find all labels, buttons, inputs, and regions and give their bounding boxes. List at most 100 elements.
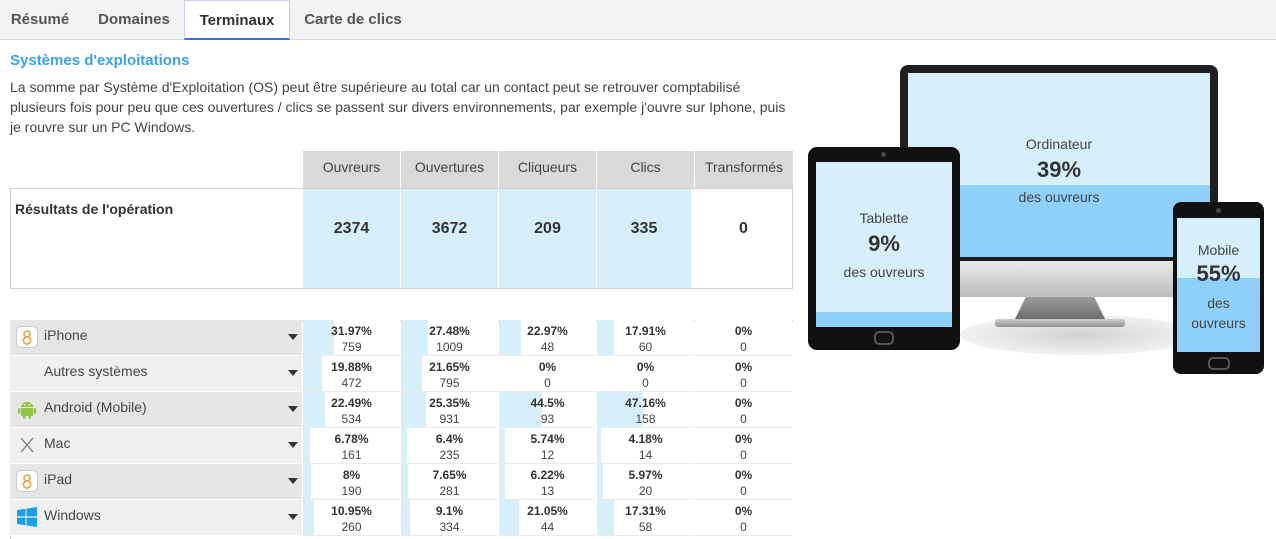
cell-percent: 19.88% [331, 360, 372, 374]
cell-count: 190 [341, 484, 362, 498]
android-icon [16, 398, 38, 420]
cell-count: 0 [740, 484, 747, 498]
column-header-transformes: Transformés [695, 151, 793, 188]
cell-percent: 22.49% [331, 396, 372, 410]
mobile-screen: Mobile 55% des ouvreurs [1177, 218, 1260, 352]
cell-count: 0 [740, 448, 747, 462]
results-label: Résultats de l'opération [15, 201, 174, 217]
column-header-ouvreurs: Ouvreurs [303, 151, 400, 188]
os-name-cell[interactable]: Mac [10, 428, 302, 464]
os-stat-cell: 5.74% 12 [499, 428, 596, 464]
tablet-camera [881, 152, 886, 157]
cell-count: 0 [740, 340, 747, 354]
os-stat-cell: 25.35% 931 [401, 392, 498, 428]
tablet-fill [816, 312, 952, 327]
result-transformes: 0 [695, 189, 792, 288]
cell-count: 44 [540, 520, 555, 534]
os-stat-cell: 31.97% 759 [303, 320, 400, 356]
mobile-home-button [1208, 357, 1230, 370]
cell-count: 235 [439, 448, 460, 462]
os-stat-cell: 27.48% 1009 [401, 320, 498, 356]
cell-count: 0 [740, 520, 747, 534]
os-stat-cell: 5.97% 20 [597, 464, 694, 500]
cell-percent: 4.18% [628, 432, 663, 446]
expand-caret-icon[interactable] [288, 478, 298, 484]
result-ouvertures: 3672 [401, 189, 498, 288]
cell-percent: 0% [636, 360, 655, 374]
cell-count: 281 [439, 484, 460, 498]
cell-count: 48 [540, 340, 555, 354]
cell-percent: 47.16% [625, 396, 666, 410]
ios-icon [16, 326, 38, 348]
os-stat-cell: 6.4% 235 [401, 428, 498, 464]
cell-count: 759 [341, 340, 362, 354]
os-label: iPad [44, 471, 73, 487]
cell-percent: 5.74% [530, 432, 565, 446]
expand-caret-icon[interactable] [288, 334, 298, 340]
os-stat-cell: 9.1% 334 [401, 500, 498, 536]
os-name-cell[interactable]: Android (Mobile) [10, 392, 302, 428]
desktop-stand-base [995, 319, 1125, 327]
cell-count: 13 [540, 484, 555, 498]
devices-illustration: Ordinateur 39% des ouvreurs Tablette 9% … [800, 60, 1276, 390]
os-stat-cell: 17.31% 58 [597, 500, 694, 536]
cell-percent: 7.65% [432, 468, 467, 482]
tab-carte-de-clics[interactable]: Carte de clics [292, 0, 414, 40]
result-clics: 335 [597, 189, 691, 288]
tablet-screen: Tablette 9% des ouvreurs [816, 162, 952, 327]
section-description: La somme par Système d'Exploitation (OS)… [10, 79, 786, 135]
tablet-home-button [874, 331, 894, 345]
os-name-cell[interactable]: iPad [10, 464, 302, 500]
cell-count: 260 [341, 520, 362, 534]
cell-count: 12 [540, 448, 555, 462]
tab-domaines[interactable]: Domaines [84, 0, 184, 40]
expand-caret-icon[interactable] [288, 514, 298, 520]
os-name-cell[interactable]: Windows [10, 500, 302, 536]
cell-count: 161 [341, 448, 362, 462]
os-stat-cell: 21.65% 795 [401, 356, 498, 392]
expand-caret-icon[interactable] [288, 370, 298, 376]
os-name-cell[interactable]: Autres systèmes [10, 356, 302, 392]
os-stat-cell: 4.18% 14 [597, 428, 694, 464]
mobile-sub-2: ouvreurs [1191, 315, 1246, 331]
tablet-device: Tablette 9% des ouvreurs [808, 147, 960, 350]
os-stat-cell: 0% 0 [695, 320, 792, 356]
os-stat-cell: 0% 0 [597, 356, 694, 392]
os-stat-cell: 10.95% 260 [303, 500, 400, 536]
cell-count: 534 [341, 412, 362, 426]
expand-caret-icon[interactable] [288, 442, 298, 448]
cell-percent: 0% [734, 360, 753, 374]
result-ouvreurs: 2374 [303, 189, 400, 288]
expand-caret-icon[interactable] [288, 406, 298, 412]
cell-percent: 0% [734, 396, 753, 410]
tab-terminaux[interactable]: Terminaux [184, 0, 290, 40]
cell-percent: 6.22% [530, 468, 565, 482]
cell-percent: 0% [734, 504, 753, 518]
cell-count: 20 [638, 484, 653, 498]
cell-percent: 27.48% [429, 324, 470, 338]
os-label: Mac [44, 435, 71, 451]
cell-count: 0 [740, 412, 747, 426]
os-stat-cell: 0% 0 [499, 356, 596, 392]
section-title: Systèmes d'exploitations [10, 52, 190, 69]
cell-count: 14 [638, 448, 653, 462]
os-row: Autres systèmes 19.88% 472 21.65% 795 0% 0 0% 0 0… [10, 356, 793, 392]
cell-percent: 5.97% [628, 468, 663, 482]
column-header-clics: Clics [597, 151, 694, 188]
os-stat-cell: 6.78% 161 [303, 428, 400, 464]
os-stat-cell: 47.16% 158 [597, 392, 694, 428]
os-stat-cell: 7.65% 281 [401, 464, 498, 500]
desktop-stand [1015, 297, 1105, 319]
os-label: Autres systèmes [44, 363, 148, 379]
cell-count: 931 [439, 412, 460, 426]
tab-resume[interactable]: Résumé [0, 0, 80, 40]
cell-percent: 8% [342, 468, 361, 482]
os-label: iPhone [44, 327, 88, 343]
os-stat-cell: 44.5% 93 [499, 392, 596, 428]
os-name-cell[interactable]: iPhone [10, 320, 302, 356]
os-label: Windows [44, 507, 101, 523]
os-stat-cell: 0% 0 [695, 392, 792, 428]
os-stat-cell: 0% 0 [695, 500, 792, 536]
column-header-cliqueurs: Cliqueurs [499, 151, 596, 188]
cell-count: 0 [740, 376, 747, 390]
